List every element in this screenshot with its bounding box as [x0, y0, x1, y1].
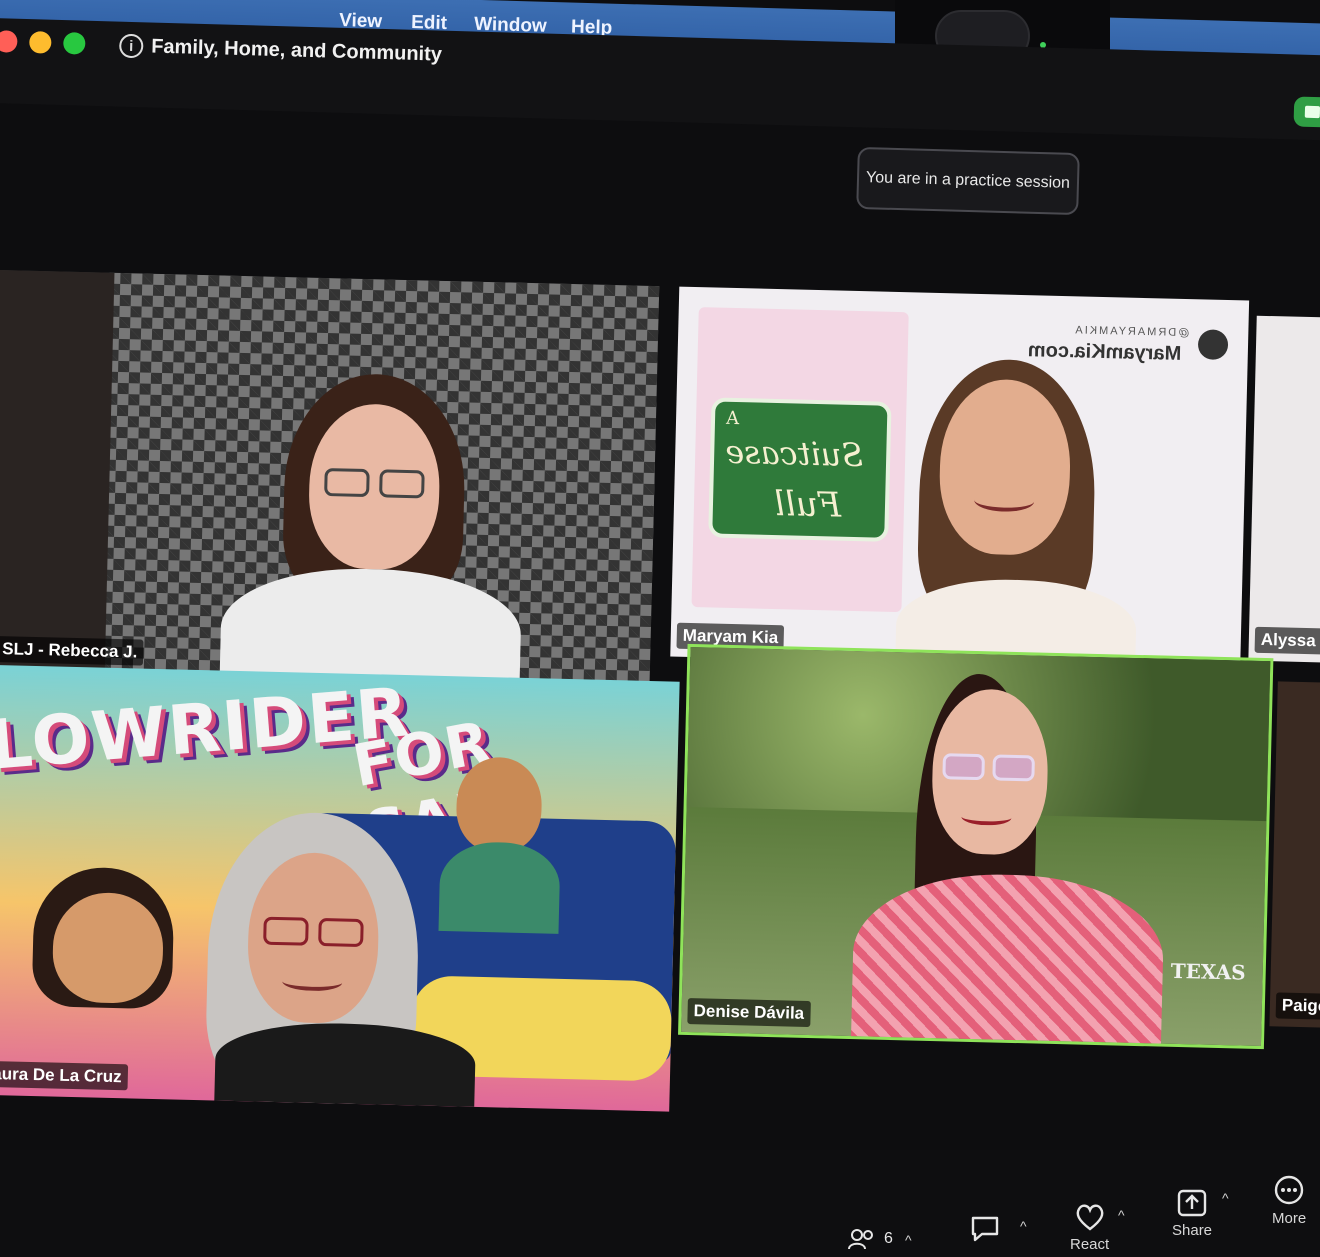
social-handle: @DRMARYAMKIA: [1073, 324, 1190, 340]
window-title: Family, Home, and Community: [150, 35, 443, 66]
more-label: More: [1272, 1210, 1307, 1227]
chevron-up-icon[interactable]: ^: [1118, 1207, 1125, 1223]
heart-icon: [1076, 1204, 1104, 1231]
chevron-up-icon[interactable]: ^: [1020, 1218, 1027, 1234]
video-tile-denise[interactable]: TEXAS Denise Dávila: [678, 643, 1274, 1050]
participant-name-label: SLJ - Rebecca J.: [0, 636, 144, 666]
participant-name-label: Alyssa Ra: [1254, 626, 1320, 656]
chevron-up-icon[interactable]: ^: [905, 1232, 912, 1248]
participant-count: 6: [884, 1230, 893, 1247]
video-tile-maryam[interactable]: A Suitcase Full @DRMARYAMKIA MaryamKia.c…: [670, 286, 1250, 671]
close-window-button[interactable]: [0, 30, 18, 53]
participant-name-label: Laura De La Cruz: [0, 1060, 128, 1091]
react-label: React: [1070, 1236, 1110, 1253]
more-button[interactable]: More: [1272, 1174, 1306, 1227]
practice-session-banner: You are in a practice session: [856, 146, 1080, 216]
video-tile-alyssa[interactable]: Alyssa Ra: [1248, 315, 1320, 663]
minimize-window-button[interactable]: [29, 31, 52, 54]
video-tile-paige[interactable]: Paige: [1269, 681, 1320, 1028]
react-button[interactable]: React: [1070, 1202, 1109, 1253]
video-on-indicator[interactable]: [1293, 96, 1320, 128]
meeting-info[interactable]: i Family, Home, and Community: [118, 33, 443, 67]
participant-name-label: Denise Dávila: [687, 998, 811, 1028]
shelf-background: [0, 269, 115, 673]
chevron-up-icon[interactable]: ^: [1222, 1190, 1229, 1206]
book-title-lowrider: LOWRIDER: [0, 673, 414, 786]
share-label: Share: [1172, 1222, 1213, 1239]
meeting-toolbar: 6 ^ ^ React ^ Share ^ More: [0, 1150, 1320, 1257]
chat-button[interactable]: [970, 1215, 1000, 1243]
participants-icon: [848, 1229, 873, 1250]
monogram-logo-icon: [1197, 329, 1229, 361]
share-screen-icon: [1177, 1189, 1207, 1217]
share-button[interactable]: Share: [1172, 1188, 1212, 1239]
more-icon: [1274, 1175, 1304, 1205]
video-tile-rebecca[interactable]: SLJ - Rebecca J.: [0, 269, 660, 686]
website-text: MaryamKia.com: [1027, 339, 1182, 365]
video-tile-laura[interactable]: LOWRIDER FOR SALE Laura De La Cruz: [0, 664, 680, 1112]
book-cover-suitcase-full: A Suitcase Full: [691, 307, 909, 613]
video-gallery: SLJ - Rebecca J. A Suitcase Full @DRMARY…: [0, 250, 1320, 1162]
zoom-window-button[interactable]: [63, 32, 86, 55]
chat-icon: [971, 1216, 999, 1242]
info-icon[interactable]: i: [118, 33, 144, 59]
video-camera-icon: [1304, 105, 1320, 119]
texas-logo: TEXAS: [1170, 958, 1246, 985]
participant-name-label: Paige: [1275, 992, 1320, 1020]
participants-button[interactable]: 6: [848, 1228, 893, 1250]
